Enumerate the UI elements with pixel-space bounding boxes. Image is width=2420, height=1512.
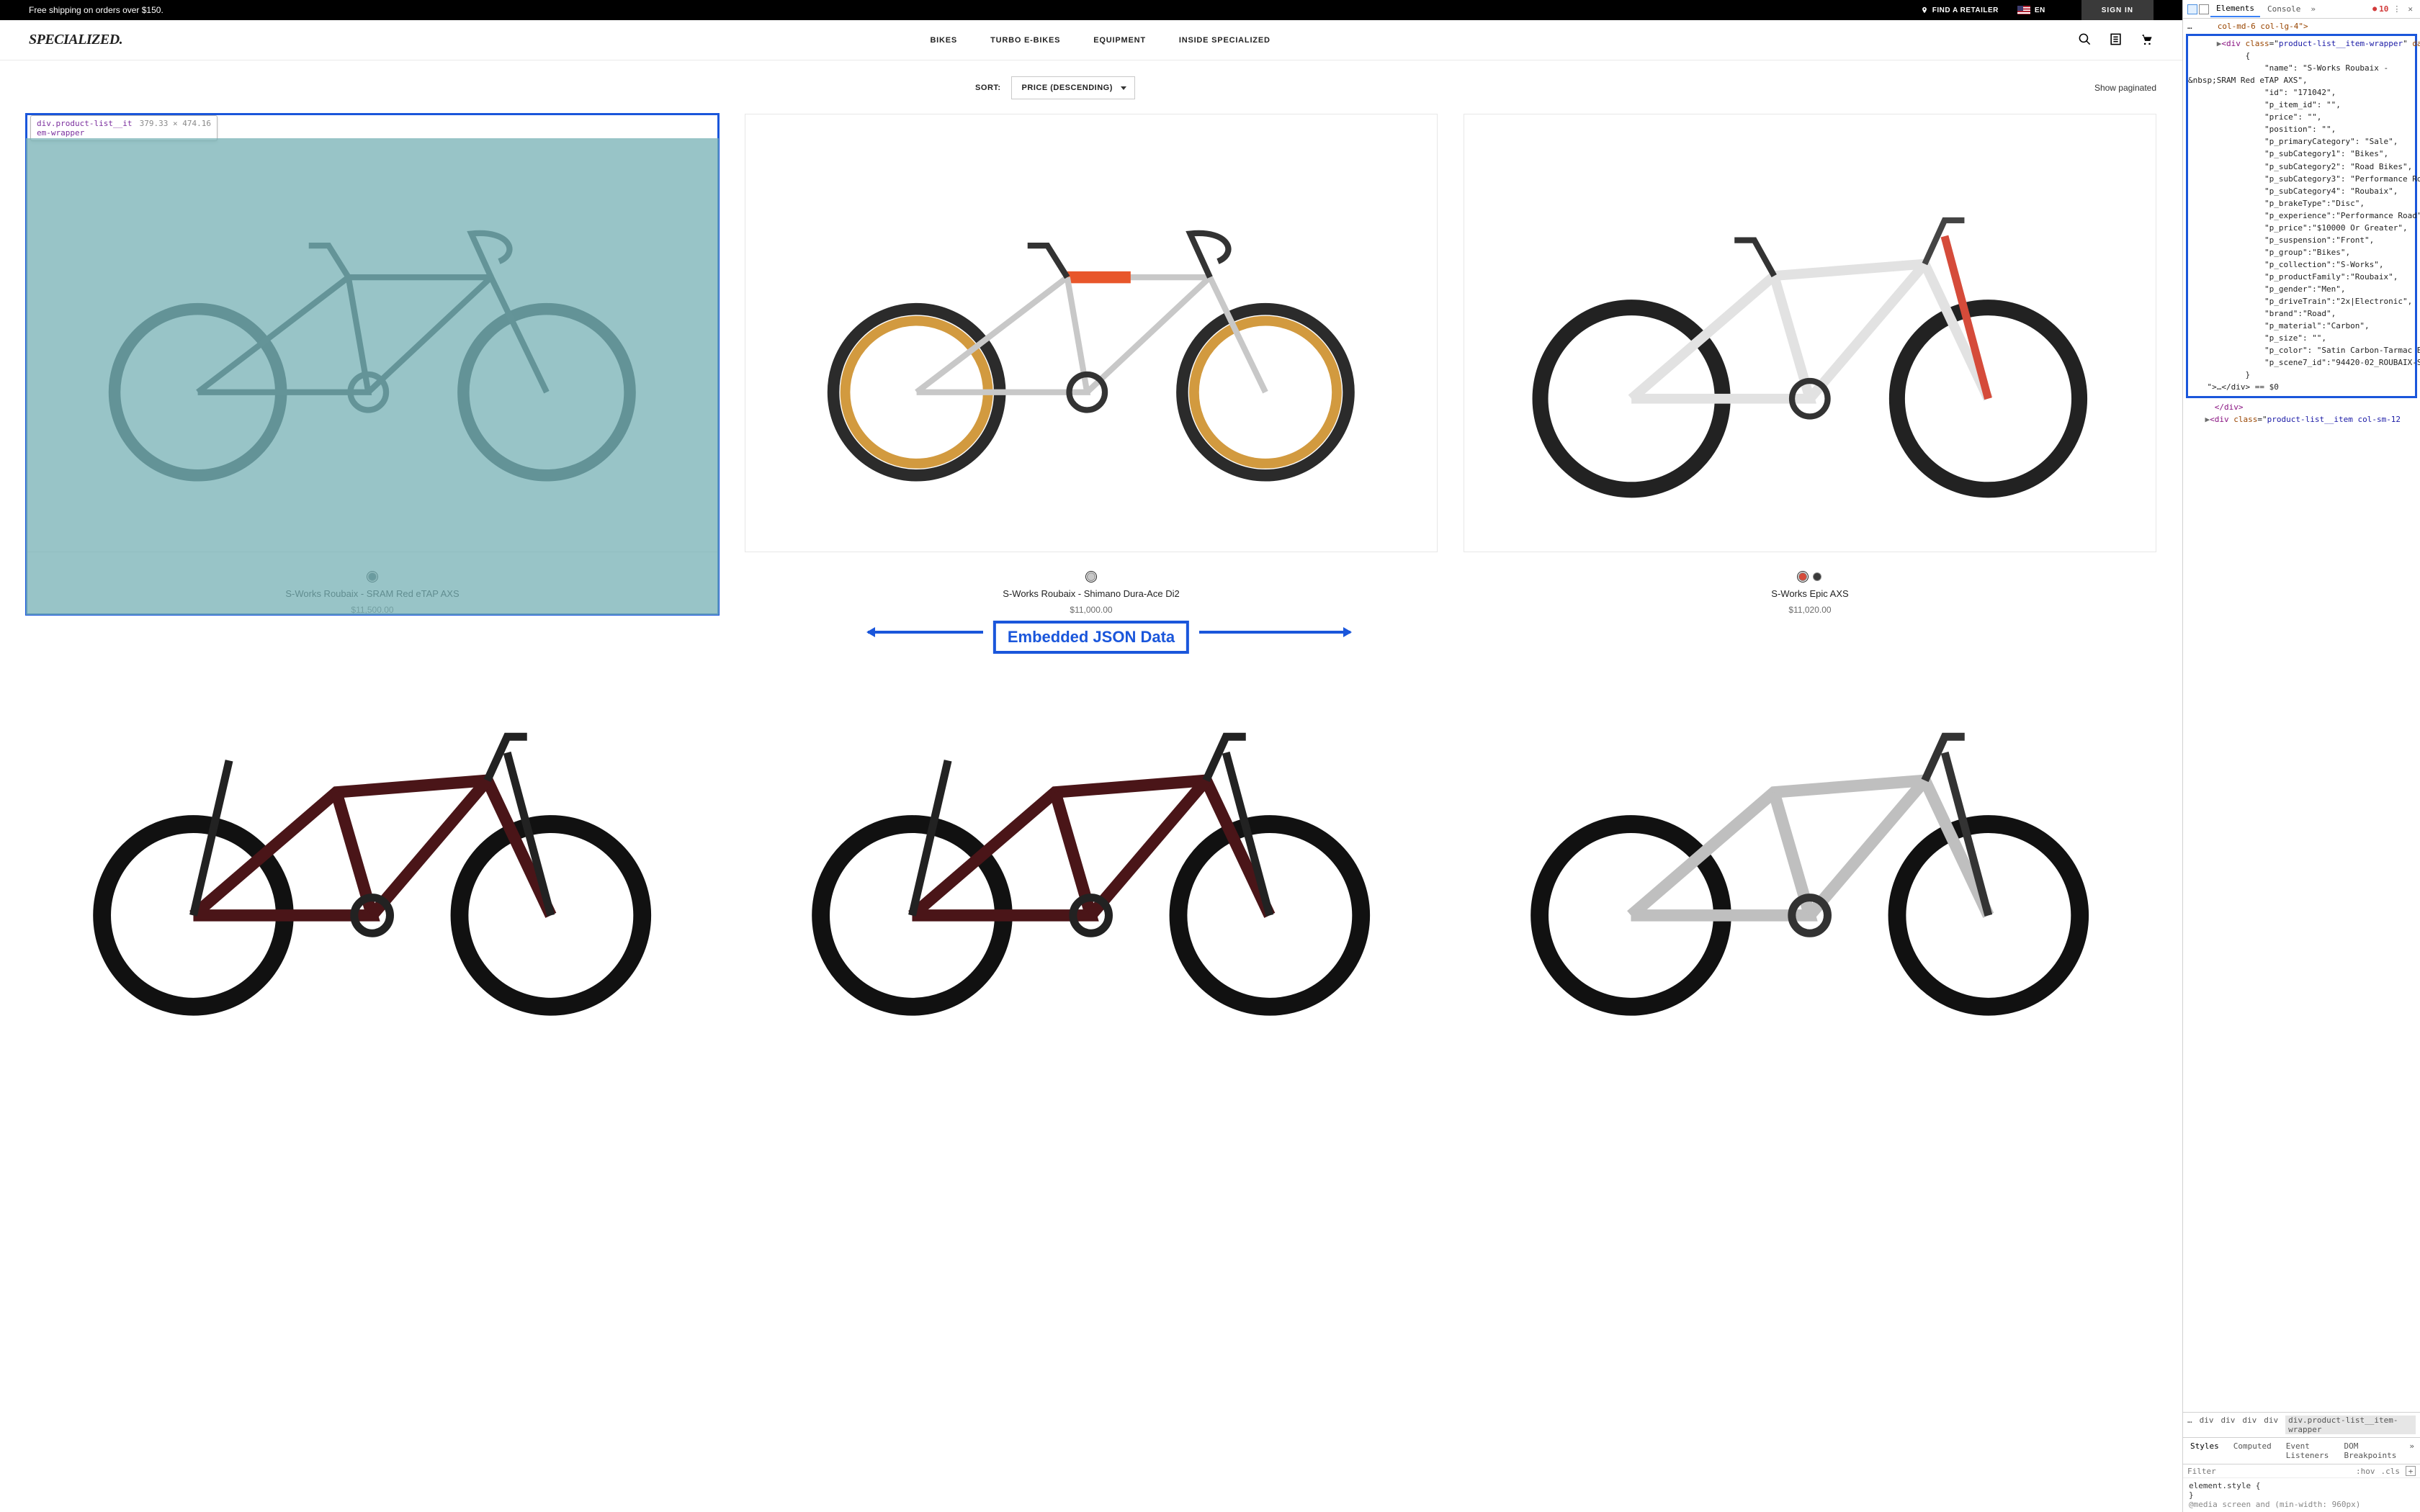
elements-tree[interactable]: … col-md-6 col-lg-4"> ▶<div class="produ… <box>2183 19 2420 1412</box>
sort-toolbar: SORT: PRICE (DESCENDING) Show paginated <box>26 76 2156 99</box>
settings-icon[interactable]: ⋮ <box>2390 4 2403 14</box>
cart-icon[interactable] <box>2140 32 2154 48</box>
new-rule-icon[interactable]: + <box>2406 1466 2416 1476</box>
breadcrumb[interactable]: … div div div div div.product-list__item… <box>2183 1412 2420 1437</box>
swatch[interactable] <box>1798 572 1807 581</box>
swatch[interactable] <box>1813 572 1821 581</box>
sort-select[interactable]: PRICE (DESCENDING) <box>1011 76 1135 99</box>
nav-equipment[interactable]: EQUIPMENT <box>1093 36 1146 45</box>
product-card[interactable] <box>26 667 719 1032</box>
cls-toggle[interactable]: .cls <box>2381 1467 2401 1476</box>
product-name: S-Works Roubaix - SRAM Red eTAP AXS <box>285 588 459 599</box>
nav-bikes[interactable]: BIKES <box>930 36 957 45</box>
product-image <box>26 114 719 552</box>
brand-logo[interactable]: SPECIALIZED <box>29 32 122 48</box>
styles-overflow-icon[interactable]: » <box>2403 1438 2420 1464</box>
inspect-tooltip: div.product-list__item-wrapper 379.33 × … <box>30 115 218 141</box>
bike-illustration <box>75 174 670 491</box>
sort-label: SORT: <box>975 84 1001 92</box>
tabs-overflow-icon[interactable]: » <box>2308 4 2318 14</box>
product-card[interactable]: div.product-list__item-wrapper 379.33 × … <box>26 114 719 615</box>
product-image <box>1464 114 2156 552</box>
tab-console[interactable]: Console <box>2262 1 2306 17</box>
color-swatches <box>368 572 377 581</box>
device-toggle-icon[interactable] <box>2199 4 2209 14</box>
product-name: S-Works Roubaix - Shimano Dura-Ace Di2 <box>1003 588 1179 599</box>
show-paginated-link[interactable]: Show paginated <box>2094 83 2156 93</box>
swatch[interactable] <box>1087 572 1095 581</box>
find-retailer-link[interactable]: FIND A RETAILER <box>1921 6 1999 14</box>
promo-bar: Free shipping on orders over $150. FIND … <box>0 0 2182 20</box>
styles-tabs: Styles Computed Event Listeners DOM Brea… <box>2183 1437 2420 1464</box>
styles-filter-input[interactable] <box>2187 1467 2350 1476</box>
product-card[interactable]: S-Works Roubaix - Shimano Dura-Ace Di2 $… <box>745 114 1438 615</box>
tab-computed[interactable]: Computed <box>2226 1438 2279 1464</box>
style-rules[interactable]: element.style { } @media screen and (min… <box>2183 1478 2420 1512</box>
search-icon[interactable] <box>2078 32 2092 48</box>
main-nav: SPECIALIZED BIKES TURBO E-BIKES EQUIPMEN… <box>0 20 2182 60</box>
tab-elements[interactable]: Elements <box>2210 1 2260 17</box>
language-selector[interactable]: EN <box>2017 6 2045 14</box>
inspect-toggle-icon[interactable] <box>2187 4 2197 14</box>
devtools-panel: Elements Console » 10 ⋮ ✕ … col-md-6 col… <box>2182 0 2420 1512</box>
nav-inside[interactable]: INSIDE SPECIALIZED <box>1179 36 1270 45</box>
product-price: $11,500.00 <box>351 605 393 615</box>
swatch[interactable] <box>368 572 377 581</box>
tab-styles[interactable]: Styles <box>2183 1438 2226 1464</box>
flag-us-icon <box>2017 6 2030 14</box>
tab-listeners[interactable]: Event Listeners <box>2279 1438 2337 1464</box>
list-icon[interactable] <box>2109 32 2123 48</box>
product-image <box>745 114 1438 552</box>
product-price: $11,020.00 <box>1788 605 1831 615</box>
product-card[interactable]: S-Works Epic AXS $11,020.00 <box>1464 114 2156 615</box>
product-grid: div.product-list__item-wrapper 379.33 × … <box>26 114 2156 1032</box>
product-card[interactable] <box>1464 667 2156 1032</box>
hov-toggle[interactable]: :hov <box>2356 1467 2375 1476</box>
sign-in-link[interactable]: SIGN IN <box>2081 0 2154 20</box>
devtools-tabs: Elements Console » 10 ⋮ ✕ <box>2183 0 2420 19</box>
product-name: S-Works Epic AXS <box>1771 588 1848 599</box>
product-card[interactable] <box>745 667 1438 1032</box>
product-price: $11,000.00 <box>1070 605 1112 615</box>
error-count[interactable]: 10 <box>2372 4 2388 14</box>
tab-dom-bp[interactable]: DOM Breakpoints <box>2337 1438 2404 1464</box>
close-devtools-icon[interactable]: ✕ <box>2405 4 2416 14</box>
pin-icon <box>1921 6 1928 14</box>
shipping-message: Free shipping on orders over $150. <box>29 5 1921 15</box>
nav-ebikes[interactable]: TURBO E-BIKES <box>990 36 1060 45</box>
